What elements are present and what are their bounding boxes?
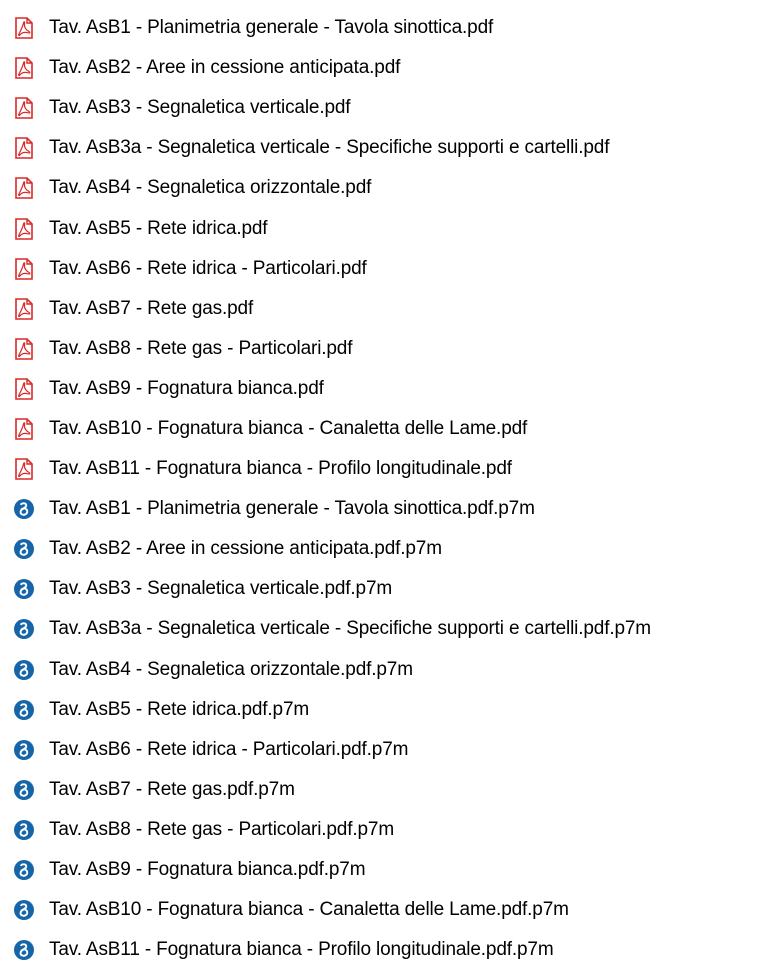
signed-file-icon <box>13 658 35 682</box>
pdf-icon <box>13 96 35 120</box>
pdf-icon <box>13 337 35 361</box>
file-name: Tav. AsB6 - Rete idrica - Particolari.pd… <box>49 257 367 279</box>
file-row[interactable]: Tav. AsB3a - Segnaletica verticale - Spe… <box>0 128 775 168</box>
file-row[interactable]: Tav. AsB1 - Planimetria generale - Tavol… <box>0 489 775 529</box>
file-row[interactable]: Tav. AsB9 - Fognatura bianca.pdf <box>0 369 775 409</box>
file-name: Tav. AsB7 - Rete gas.pdf.p7m <box>49 778 295 800</box>
signed-file-icon <box>13 778 35 802</box>
file-row[interactable]: Tav. AsB9 - Fognatura bianca.pdf.p7m <box>0 850 775 890</box>
file-name: Tav. AsB3a - Segnaletica verticale - Spe… <box>49 137 610 159</box>
pdf-icon <box>13 16 35 40</box>
file-row[interactable]: Tav. AsB8 - Rete gas - Particolari.pdf <box>0 329 775 369</box>
pdf-icon <box>13 217 35 241</box>
file-row[interactable]: Tav. AsB6 - Rete idrica - Particolari.pd… <box>0 249 775 289</box>
file-row[interactable]: Tav. AsB1 - Planimetria generale - Tavol… <box>0 8 775 48</box>
file-row[interactable]: Tav. AsB10 - Fognatura bianca - Canalett… <box>0 890 775 930</box>
file-row[interactable]: Tav. AsB11 - Fognatura bianca - Profilo … <box>0 930 775 970</box>
pdf-icon <box>13 297 35 321</box>
file-row[interactable]: Tav. AsB5 - Rete idrica.pdf.p7m <box>0 690 775 730</box>
file-name: Tav. AsB2 - Aree in cessione anticipata.… <box>49 57 401 79</box>
file-name: Tav. AsB7 - Rete gas.pdf <box>49 297 254 319</box>
file-name: Tav. AsB2 - Aree in cessione anticipata.… <box>49 538 442 560</box>
signed-file-icon <box>13 698 35 722</box>
file-name: Tav. AsB9 - Fognatura bianca.pdf <box>49 377 324 399</box>
pdf-icon <box>13 136 35 160</box>
signed-file-icon <box>13 938 35 962</box>
pdf-icon <box>13 417 35 441</box>
file-name: Tav. AsB4 - Segnaletica orizzontale.pdf <box>49 177 372 199</box>
file-name: Tav. AsB1 - Planimetria generale - Tavol… <box>49 17 494 39</box>
file-row[interactable]: Tav. AsB4 - Segnaletica orizzontale.pdf.… <box>0 650 775 690</box>
file-row[interactable]: Tav. AsB7 - Rete gas.pdf <box>0 289 775 329</box>
file-row[interactable]: Tav. AsB2 - Aree in cessione anticipata.… <box>0 48 775 88</box>
pdf-icon <box>13 176 35 200</box>
pdf-icon <box>13 257 35 281</box>
file-row[interactable]: Tav. AsB3a - Segnaletica verticale - Spe… <box>0 609 775 649</box>
pdf-icon <box>13 56 35 80</box>
file-row[interactable]: Tav. AsB3 - Segnaletica verticale.pdf <box>0 88 775 128</box>
file-row[interactable]: Tav. AsB5 - Rete idrica.pdf <box>0 208 775 248</box>
file-name: Tav. AsB4 - Segnaletica orizzontale.pdf.… <box>49 658 413 680</box>
file-name: Tav. AsB8 - Rete gas - Particolari.pdf.p… <box>49 818 394 840</box>
signed-file-icon <box>13 537 35 561</box>
file-row[interactable]: Tav. AsB6 - Rete idrica - Particolari.pd… <box>0 730 775 770</box>
file-name: Tav. AsB10 - Fognatura bianca - Canalett… <box>49 417 528 439</box>
signed-file-icon <box>13 818 35 842</box>
signed-file-icon <box>13 738 35 762</box>
file-row[interactable]: Tav. AsB10 - Fognatura bianca - Canalett… <box>0 409 775 449</box>
signed-file-icon <box>13 617 35 641</box>
file-name: Tav. AsB3a - Segnaletica verticale - Spe… <box>49 618 651 640</box>
signed-file-icon <box>13 858 35 882</box>
file-row[interactable]: Tav. AsB4 - Segnaletica orizzontale.pdf <box>0 168 775 208</box>
pdf-icon <box>13 457 35 481</box>
file-row[interactable]: Tav. AsB2 - Aree in cessione anticipata.… <box>0 529 775 569</box>
signed-file-icon <box>13 497 35 521</box>
file-name: Tav. AsB10 - Fognatura bianca - Canalett… <box>49 899 569 921</box>
file-name: Tav. AsB8 - Rete gas - Particolari.pdf <box>49 337 353 359</box>
file-list: Tav. AsB1 - Planimetria generale - Tavol… <box>0 0 775 961</box>
file-name: Tav. AsB5 - Rete idrica.pdf.p7m <box>49 698 310 720</box>
signed-file-icon <box>13 898 35 922</box>
signed-file-icon <box>13 577 35 601</box>
file-name: Tav. AsB9 - Fognatura bianca.pdf.p7m <box>49 859 366 881</box>
file-row[interactable]: Tav. AsB11 - Fognatura bianca - Profilo … <box>0 449 775 489</box>
file-name: Tav. AsB3 - Segnaletica verticale.pdf.p7… <box>49 578 393 600</box>
file-row[interactable]: Tav. AsB7 - Rete gas.pdf.p7m <box>0 770 775 810</box>
file-name: Tav. AsB6 - Rete idrica - Particolari.pd… <box>49 738 409 760</box>
file-row[interactable]: Tav. AsB3 - Segnaletica verticale.pdf.p7… <box>0 569 775 609</box>
file-name: Tav. AsB11 - Fognatura bianca - Profilo … <box>49 939 554 961</box>
file-name: Tav. AsB1 - Planimetria generale - Tavol… <box>49 498 535 520</box>
file-name: Tav. AsB11 - Fognatura bianca - Profilo … <box>49 458 512 480</box>
file-row[interactable]: Tav. AsB8 - Rete gas - Particolari.pdf.p… <box>0 810 775 850</box>
file-name: Tav. AsB3 - Segnaletica verticale.pdf <box>49 97 351 119</box>
file-name: Tav. AsB5 - Rete idrica.pdf <box>49 217 268 239</box>
pdf-icon <box>13 377 35 401</box>
